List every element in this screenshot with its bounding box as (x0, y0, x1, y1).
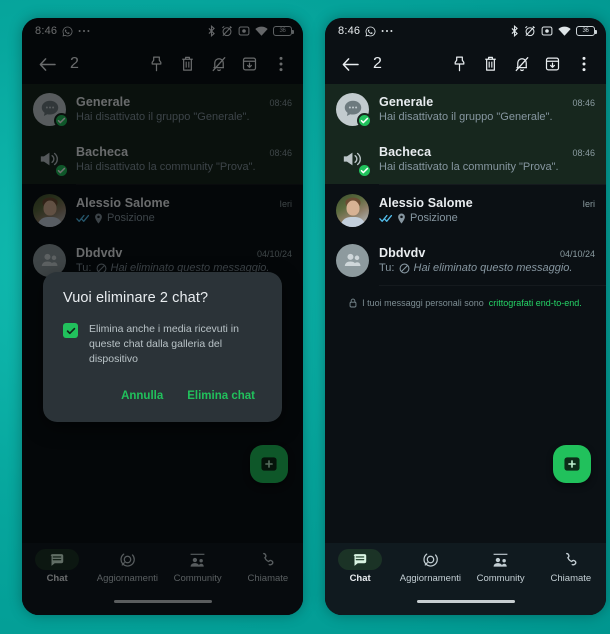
delete-media-checkbox[interactable] (63, 323, 78, 338)
community-icon (479, 549, 523, 570)
chat-row-top: Generale 08:46 (379, 95, 595, 109)
avatar (336, 143, 372, 178)
bluetooth-icon (510, 25, 519, 37)
selected-count: 2 (373, 55, 382, 72)
chat-row-content: Alessio Salome Ieri Posizione (379, 196, 595, 224)
location-pin-icon (397, 212, 406, 224)
mute-icon[interactable] (508, 49, 535, 79)
chat-row-alessio-salome[interactable]: Alessio Salome Ieri Posizione (325, 185, 606, 235)
chat-preview-text: Posizione (410, 212, 458, 224)
chat-name: Bacheca (379, 145, 432, 159)
chat-row-dbdvdv[interactable]: Dbdvdv 04/10/24 Tu: Hai eliminato questo… (325, 235, 606, 285)
chat-name: Dbdvdv (379, 246, 426, 260)
more-dots-icon (381, 29, 393, 33)
app-screen-left: 8:46 (22, 18, 303, 615)
calls-icon (549, 549, 593, 570)
double-check-icon (379, 214, 393, 223)
chat-row-top: Bacheca 08:46 (379, 145, 595, 159)
battery-level: 36 (582, 28, 589, 34)
chat-row-content: Generale 08:46 Hai disattivato il gruppo… (379, 95, 595, 123)
camera-icon (541, 25, 553, 37)
chat-time: 08:46 (572, 98, 595, 108)
battery-icon: 36 (576, 26, 598, 36)
new-chat-icon (564, 457, 580, 471)
nav-item-community[interactable]: Community (466, 549, 536, 584)
whatsapp-icon (365, 26, 376, 37)
encryption-link[interactable]: crittografati end-to-end. (489, 298, 582, 308)
avatar (336, 243, 369, 277)
dialog-body: Elimina anche i media ricevuti in queste… (63, 322, 262, 368)
dialog-title: Vuoi eliminare 2 chat? (63, 290, 209, 306)
chat-row-generale[interactable]: Generale 08:46 Hai disattivato il gruppo… (325, 84, 606, 134)
toolbar-actions (446, 49, 597, 79)
nav-item-chiamate[interactable]: Chiamate (536, 549, 606, 584)
chat-name: Generale (379, 95, 434, 109)
chat-row-content: Dbdvdv 04/10/24 Tu: Hai eliminato questo… (379, 246, 595, 274)
wifi-icon (558, 26, 571, 37)
chat-preview-text: Hai disattivato la community "Prova". (379, 161, 559, 173)
selected-check-icon (357, 112, 372, 128)
new-chat-fab[interactable] (553, 445, 591, 483)
nav-item-chat[interactable]: Chat (325, 549, 395, 584)
status-clock: 8:46 (338, 25, 361, 37)
chat-list[interactable]: Generale 08:46 Hai disattivato il gruppo… (325, 84, 606, 543)
chat-preview: Hai disattivato il gruppo "Generale". (379, 111, 595, 123)
overflow-menu-icon[interactable] (570, 49, 597, 79)
selected-check-icon (357, 162, 372, 178)
chat-row-bacheca[interactable]: Bacheca 08:46 Hai disattivato la communi… (325, 134, 606, 184)
delete-chats-dialog: Vuoi eliminare 2 chat? Elimina anche i m… (43, 272, 282, 422)
chat-row-content: Bacheca 08:46 Hai disattivato la communi… (379, 145, 595, 173)
avatar (336, 92, 372, 128)
nav-label: Community (476, 573, 525, 584)
chat-time: 04/10/24 (559, 249, 595, 259)
phone-right: 8:46 36 2 Generale 08:46 Hai disattivato… (325, 18, 606, 615)
app-screen-right: 8:46 36 2 Generale 08:46 Hai disattivato… (325, 18, 606, 615)
home-indicator (325, 599, 606, 615)
encryption-notice: I tuoi messaggi personali sono crittogra… (325, 286, 606, 308)
selection-toolbar: 2 (325, 44, 606, 84)
nav-label: Chat (349, 573, 371, 584)
status-bar: 8:46 (325, 18, 606, 44)
dialog-checkbox-label: Elimina anche i media ricevuti in queste… (89, 323, 239, 366)
encryption-prefix: I tuoi messaggi personali sono (362, 298, 484, 308)
chat-preview-text: Hai eliminato questo messaggio. (413, 262, 573, 274)
back-button[interactable] (335, 57, 365, 72)
cancel-button[interactable]: Annulla (114, 385, 170, 407)
avatar-body (340, 216, 365, 227)
screenshot-stage: 8:46 (0, 0, 610, 634)
nav-label: Chiamate (550, 573, 592, 584)
blocked-icon (399, 263, 410, 274)
chat-preview: Tu: Hai eliminato questo messaggio. (379, 262, 595, 274)
updates-icon (408, 549, 452, 570)
pin-icon[interactable] (446, 49, 473, 79)
chat-preview: Posizione (379, 212, 595, 224)
chats-icon (338, 549, 383, 570)
nav-label: Aggiornamenti (399, 573, 461, 584)
status-bar-right: 36 (510, 25, 598, 37)
chat-row-top: Alessio Salome Ieri (379, 196, 595, 210)
avatar (336, 193, 369, 227)
chat-preview-prefix: Tu: (379, 262, 395, 274)
bottom-nav[interactable]: Chat Aggiornamenti Community (325, 543, 606, 599)
chat-preview-text: Hai disattivato il gruppo "Generale". (379, 111, 553, 123)
chat-name: Alessio Salome (379, 196, 473, 210)
chat-row-top: Dbdvdv 04/10/24 (379, 246, 595, 260)
dialog-actions: Annulla Elimina chat (63, 385, 262, 416)
phone-left: 8:46 (22, 18, 303, 615)
archive-icon[interactable] (539, 49, 566, 79)
lock-icon (349, 298, 357, 308)
avatar-face (346, 200, 359, 216)
nav-item-aggiornamenti[interactable]: Aggiornamenti (395, 549, 465, 584)
chat-time: Ieri (582, 199, 595, 209)
status-bar-left: 8:46 (338, 25, 393, 37)
confirm-delete-button[interactable]: Elimina chat (180, 385, 262, 407)
chat-preview: Hai disattivato la community "Prova". (379, 161, 595, 173)
alarm-off-icon (524, 25, 536, 37)
delete-icon[interactable] (477, 49, 504, 79)
chat-time: 08:46 (572, 148, 595, 158)
